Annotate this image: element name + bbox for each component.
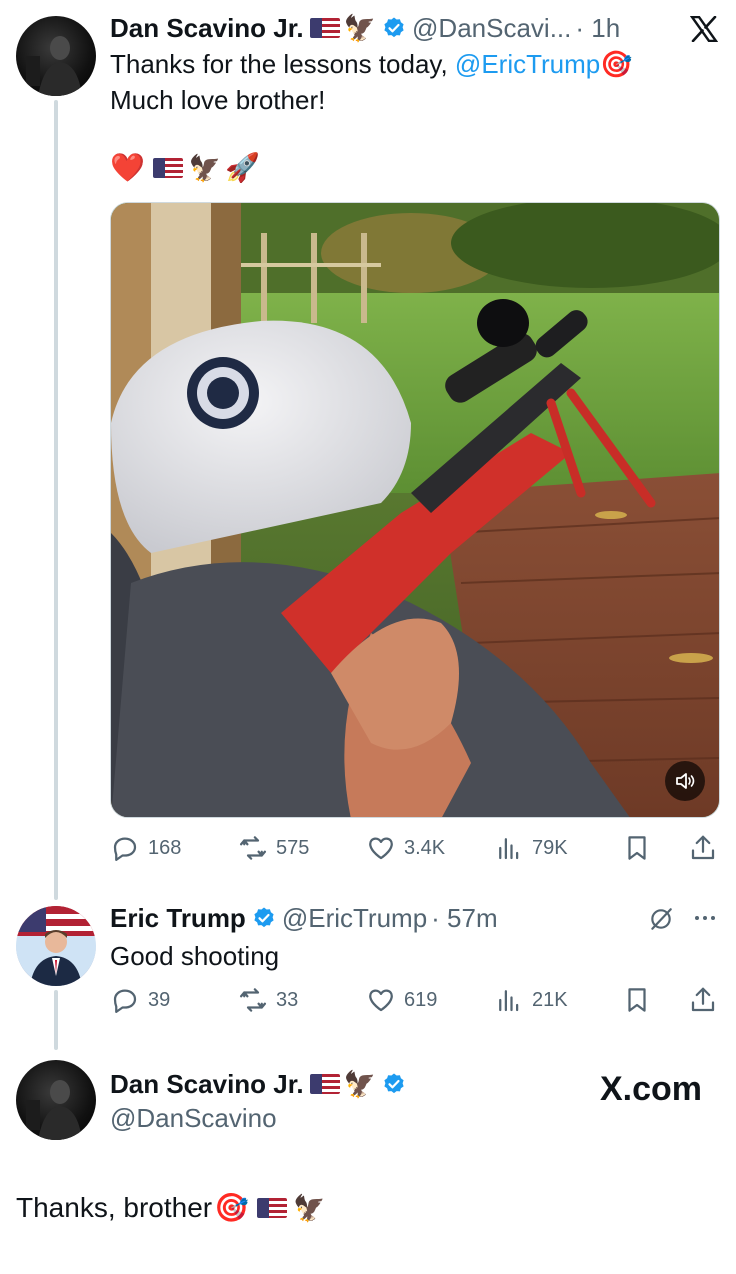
mute-icon — [676, 773, 695, 789]
verified-icon — [384, 17, 404, 38]
handle[interactable]: @DanScavi... — [412, 12, 571, 44]
us-flag-icon — [152, 158, 183, 178]
avatar-photo — [26, 36, 82, 96]
repost-count: 33 — [276, 988, 299, 1011]
share-icon — [691, 835, 715, 860]
eagle-icon: 🦅 — [292, 1193, 326, 1223]
tweet-header: Dan Scavino Jr. 🦅 @DanScavi... · 1h — [110, 12, 620, 44]
views-button[interactable]: 21K — [494, 980, 568, 1020]
us-flag-icon — [309, 18, 340, 38]
rocket-emoji-icon: 🚀 — [225, 152, 261, 183]
repost-icon — [240, 836, 266, 860]
reply-icon — [113, 989, 137, 1013]
thread-line — [54, 990, 58, 1050]
share-button[interactable] — [688, 828, 726, 868]
dart-emoji-icon: 🎯 — [600, 49, 633, 79]
avatar-photo — [16, 906, 96, 986]
us-flag-icon — [256, 1198, 287, 1218]
display-name[interactable]: Eric Trump — [110, 902, 246, 934]
x-com-brand: X.com — [600, 1070, 703, 1108]
more-icon[interactable] — [692, 908, 718, 928]
like-icon — [369, 837, 393, 860]
like-button[interactable]: 619 — [366, 980, 437, 1020]
video-frame — [111, 203, 719, 817]
repost-count: 575 — [276, 836, 310, 859]
eagle-icon: 🦅 — [343, 13, 377, 43]
eagle-icon: 🦅 — [343, 1069, 377, 1099]
like-count: 619 — [404, 988, 438, 1011]
tweet-header: Eric Trump @EricTrump · 57m — [110, 902, 498, 934]
timestamp[interactable]: · 1h — [575, 12, 620, 44]
tweet-text: Thanks, brother 🎯 🦅 — [16, 1188, 325, 1228]
tweet-header: Dan Scavino Jr. 🦅 — [110, 1068, 406, 1100]
repost-button[interactable]: 575 — [238, 828, 309, 868]
tweet-video[interactable] — [110, 202, 720, 818]
tweet-text-line1: Thanks for the lessons today, — [110, 49, 455, 79]
eagle-icon: 🦅 — [188, 153, 222, 183]
views-icon — [499, 990, 519, 1012]
heart-emoji-icon: ❤️ — [110, 152, 145, 183]
tweet-text-line2: Much love brother! — [110, 85, 326, 115]
views-count: 79K — [532, 836, 568, 859]
repost-button[interactable]: 33 — [238, 980, 298, 1020]
emoji-line: ❤️ 🦅 🚀 — [110, 150, 260, 186]
bookmark-icon — [628, 836, 646, 860]
bookmark-button[interactable] — [622, 828, 660, 868]
tweet-actions: 39 33 619 21K — [110, 980, 720, 1020]
views-icon — [499, 838, 519, 860]
handle[interactable]: @EricTrump — [282, 902, 427, 934]
mute-button[interactable] — [665, 761, 705, 801]
share-icon — [691, 987, 715, 1012]
bookmark-button[interactable] — [622, 980, 660, 1020]
display-name[interactable]: Dan Scavino Jr. — [110, 1068, 304, 1100]
mention-link[interactable]: @EricTrump — [455, 49, 600, 79]
grok-icon[interactable] — [648, 906, 674, 932]
avatar[interactable] — [16, 906, 96, 986]
timestamp[interactable]: · 57m — [431, 902, 497, 934]
tweet-handle-row: @DanScavino — [104, 1102, 277, 1134]
tweet-text-body: Thanks, brother — [16, 1192, 213, 1223]
share-button[interactable] — [688, 980, 726, 1020]
avatar-photo — [26, 1080, 82, 1140]
thread-line — [54, 100, 58, 900]
x-logo-icon[interactable] — [690, 16, 718, 42]
repost-icon — [240, 988, 266, 1012]
tweet-text: Good shooting — [110, 941, 280, 971]
avatar[interactable] — [16, 16, 96, 96]
reply-count: 168 — [148, 836, 182, 859]
verified-icon — [384, 1073, 404, 1094]
views-button[interactable]: 79K — [494, 828, 568, 868]
like-icon — [369, 989, 393, 1012]
reply-icon — [113, 837, 137, 861]
avatar[interactable] — [16, 1060, 96, 1140]
tweet-text: Thanks for the lessons today, @EricTrump… — [110, 46, 710, 82]
verified-icon — [254, 907, 274, 928]
views-count: 21K — [532, 988, 568, 1011]
reply-button[interactable]: 168 — [110, 828, 181, 868]
tweet-actions: 168 575 3.4K 79K — [110, 828, 720, 868]
reply-button[interactable]: 39 — [110, 980, 170, 1020]
bookmark-icon — [628, 988, 646, 1012]
display-name[interactable]: Dan Scavino Jr. — [110, 12, 304, 44]
reply-count: 39 — [148, 988, 171, 1011]
us-flag-icon — [309, 1074, 340, 1094]
dart-emoji-icon: 🎯 — [214, 1192, 249, 1223]
like-button[interactable]: 3.4K — [366, 828, 445, 868]
like-count: 3.4K — [404, 836, 446, 859]
handle[interactable]: @DanScavino — [110, 1102, 277, 1134]
